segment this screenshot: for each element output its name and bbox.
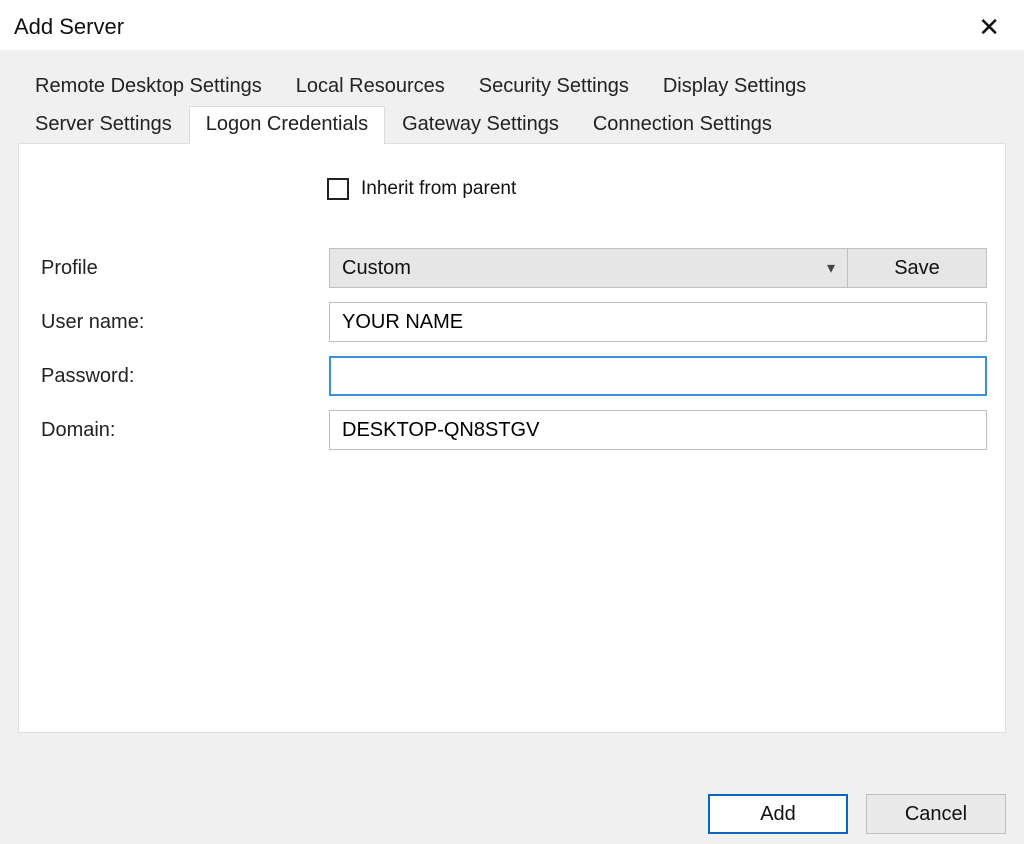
profile-combobox[interactable]: Custom ▾	[329, 248, 848, 288]
password-label: Password:	[37, 365, 329, 388]
tab-display-settings[interactable]: Display Settings	[646, 68, 823, 106]
tab-remote-desktop-settings[interactable]: Remote Desktop Settings	[18, 68, 279, 106]
inherit-checkbox[interactable]	[327, 178, 349, 200]
save-button[interactable]: Save	[847, 248, 987, 288]
add-button[interactable]: Add	[708, 794, 848, 834]
tab-panel-logon-credentials: Inherit from parent Profile Custom ▾ Sav…	[18, 143, 1006, 733]
cancel-button[interactable]: Cancel	[866, 794, 1006, 834]
titlebar: Add Server ✕	[0, 0, 1024, 50]
dialog-footer: Add Cancel	[708, 794, 1006, 834]
profile-value: Custom	[342, 257, 411, 280]
password-input[interactable]	[329, 356, 987, 396]
tab-server-settings[interactable]: Server Settings	[18, 106, 189, 144]
domain-label: Domain:	[37, 419, 329, 442]
window-title: Add Server	[14, 14, 124, 40]
username-input[interactable]	[329, 302, 987, 342]
tabstrip: Remote Desktop Settings Local Resources …	[18, 68, 1006, 144]
username-label: User name:	[37, 311, 329, 334]
tab-local-resources[interactable]: Local Resources	[279, 68, 462, 106]
close-icon[interactable]: ✕	[968, 10, 1010, 44]
domain-input[interactable]	[329, 410, 987, 450]
chevron-down-icon: ▾	[827, 258, 835, 278]
inherit-label: Inherit from parent	[361, 178, 516, 200]
tab-security-settings[interactable]: Security Settings	[462, 68, 646, 106]
tab-logon-credentials[interactable]: Logon Credentials	[189, 106, 385, 145]
tab-connection-settings[interactable]: Connection Settings	[576, 106, 789, 144]
tab-gateway-settings[interactable]: Gateway Settings	[385, 106, 576, 144]
client-area: Remote Desktop Settings Local Resources …	[0, 50, 1024, 844]
profile-label: Profile	[37, 257, 329, 280]
